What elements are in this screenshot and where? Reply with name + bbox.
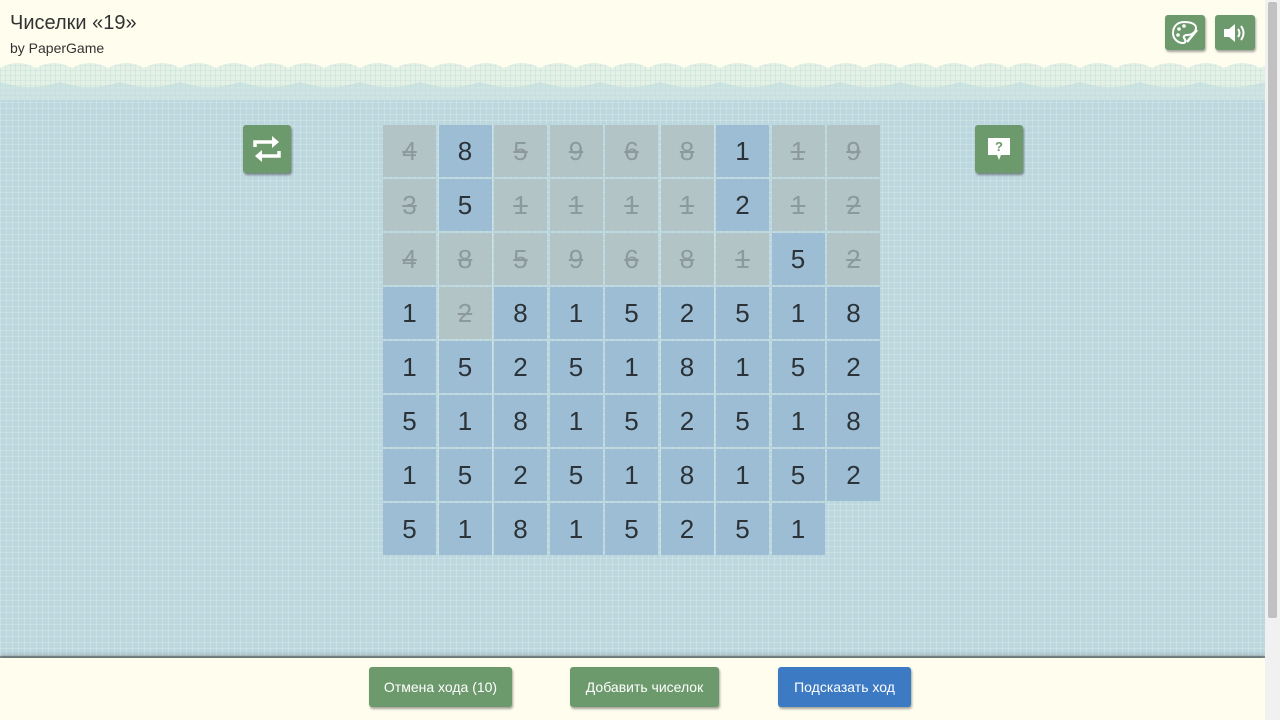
grid-cell: 2 — [827, 179, 880, 231]
grid-cell: 2 — [438, 287, 492, 339]
grid-cell[interactable]: 1 — [771, 503, 825, 555]
grid-cell[interactable]: 1 — [549, 503, 603, 555]
grid-cell: 4 — [383, 233, 436, 285]
grid-cell: 9 — [549, 125, 603, 177]
grid-cell[interactable]: 5 — [438, 449, 492, 501]
grid-cell[interactable]: 1 — [771, 395, 825, 447]
grid-cell[interactable]: 1 — [716, 449, 769, 501]
grid-cell: 1 — [549, 179, 603, 231]
grid-cell[interactable]: 8 — [494, 395, 547, 447]
footer: Отмена хода (10) Добавить чиселок Подска… — [0, 658, 1265, 720]
grid-cell[interactable]: 8 — [827, 287, 880, 339]
restart-button[interactable] — [243, 125, 291, 173]
grid-cell[interactable]: 2 — [827, 449, 880, 501]
grid-cell: 4 — [383, 125, 436, 177]
grid-cell: 6 — [605, 233, 658, 285]
grid-cell: 5 — [494, 125, 547, 177]
grid-cell[interactable]: 1 — [549, 287, 603, 339]
theme-button[interactable] — [1165, 15, 1205, 50]
grid-cell[interactable]: 1 — [549, 395, 603, 447]
grid-cell: 3 — [383, 179, 436, 231]
sound-button[interactable] — [1215, 15, 1255, 50]
grid-cell[interactable]: 5 — [716, 395, 769, 447]
grid-cell[interactable]: 5 — [605, 395, 658, 447]
grid-cell[interactable]: 2 — [660, 503, 714, 555]
grid-cell[interactable]: 1 — [438, 503, 492, 555]
grid-cell[interactable]: 1 — [383, 449, 436, 501]
grid-cell[interactable]: 2 — [494, 341, 547, 393]
grid-cell: 8 — [660, 233, 714, 285]
grid-cell[interactable]: 1 — [383, 341, 436, 393]
grid-cell[interactable]: 8 — [660, 341, 714, 393]
grid-cell: 2 — [827, 233, 880, 285]
svg-text:?: ? — [995, 139, 1003, 154]
page-title: Чиселки «19» — [10, 12, 137, 34]
grid-cell[interactable]: 5 — [771, 449, 825, 501]
grid-cell[interactable]: 1 — [438, 395, 492, 447]
palette-icon — [1171, 20, 1198, 44]
help-icon: ? — [988, 138, 1010, 160]
grid-cell[interactable]: 1 — [605, 449, 658, 501]
undo-button[interactable]: Отмена хода (10) — [369, 667, 512, 707]
help-button[interactable]: ? — [975, 125, 1023, 173]
grid-cell[interactable]: 5 — [438, 179, 492, 231]
grid-cell[interactable]: 5 — [716, 287, 769, 339]
grid-cell[interactable]: 1 — [605, 341, 658, 393]
grid-cell: 5 — [494, 233, 547, 285]
grid-cell[interactable]: 5 — [771, 341, 825, 393]
grid-cell[interactable]: 1 — [383, 287, 436, 339]
grid-cell: 8 — [660, 125, 714, 177]
wave-border — [0, 60, 1265, 100]
scrollbar-thumb[interactable] — [1268, 2, 1277, 618]
speaker-icon — [1224, 23, 1245, 42]
grid-cell[interactable]: 2 — [716, 179, 769, 231]
grid-cell[interactable]: 5 — [605, 503, 658, 555]
grid-cell[interactable]: 2 — [660, 287, 714, 339]
grid-cell: 8 — [438, 233, 492, 285]
grid-cell: 9 — [549, 233, 603, 285]
scrollbar[interactable] — [1265, 0, 1280, 720]
grid-cell[interactable]: 5 — [549, 341, 603, 393]
grid-cell[interactable]: 1 — [716, 125, 769, 177]
grid-cell: 1 — [660, 179, 714, 231]
restart-icon — [253, 136, 281, 162]
grid-cell[interactable]: 8 — [494, 287, 547, 339]
grid-cell[interactable]: 2 — [494, 449, 547, 501]
grid-cell[interactable]: 5 — [605, 287, 658, 339]
page-subtitle: by PaperGame — [10, 40, 105, 56]
grid-cell: 1 — [771, 179, 825, 231]
grid-cell[interactable]: 5 — [771, 233, 825, 285]
grid-cell[interactable]: 8 — [660, 449, 714, 501]
grid-cell[interactable]: 2 — [827, 341, 880, 393]
grid-cell[interactable]: 1 — [771, 287, 825, 339]
grid-cell: 1 — [771, 125, 825, 177]
grid-cell[interactable]: 5 — [383, 395, 436, 447]
number-grid: 4859681193511112124859681521281525181525… — [383, 125, 882, 557]
grid-cell[interactable]: 5 — [716, 503, 769, 555]
grid-cell[interactable]: 8 — [438, 125, 492, 177]
grid-cell[interactable]: 2 — [660, 395, 714, 447]
grid-cell: 1 — [494, 179, 547, 231]
grid-cell: 1 — [605, 179, 658, 231]
grid-cell[interactable]: 1 — [716, 341, 769, 393]
grid-cell[interactable]: 5 — [549, 449, 603, 501]
grid-cell[interactable]: 8 — [827, 395, 880, 447]
add-numbers-button[interactable]: Добавить чиселок — [570, 667, 719, 707]
grid-cell[interactable]: 8 — [494, 503, 547, 555]
grid-cell: 9 — [827, 125, 880, 177]
grid-cell: 1 — [716, 233, 769, 285]
hint-button[interactable]: Подсказать ход — [778, 667, 911, 707]
grid-cell[interactable]: 5 — [438, 341, 492, 393]
grid-cell[interactable]: 5 — [383, 503, 436, 555]
grid-cell: 6 — [605, 125, 658, 177]
